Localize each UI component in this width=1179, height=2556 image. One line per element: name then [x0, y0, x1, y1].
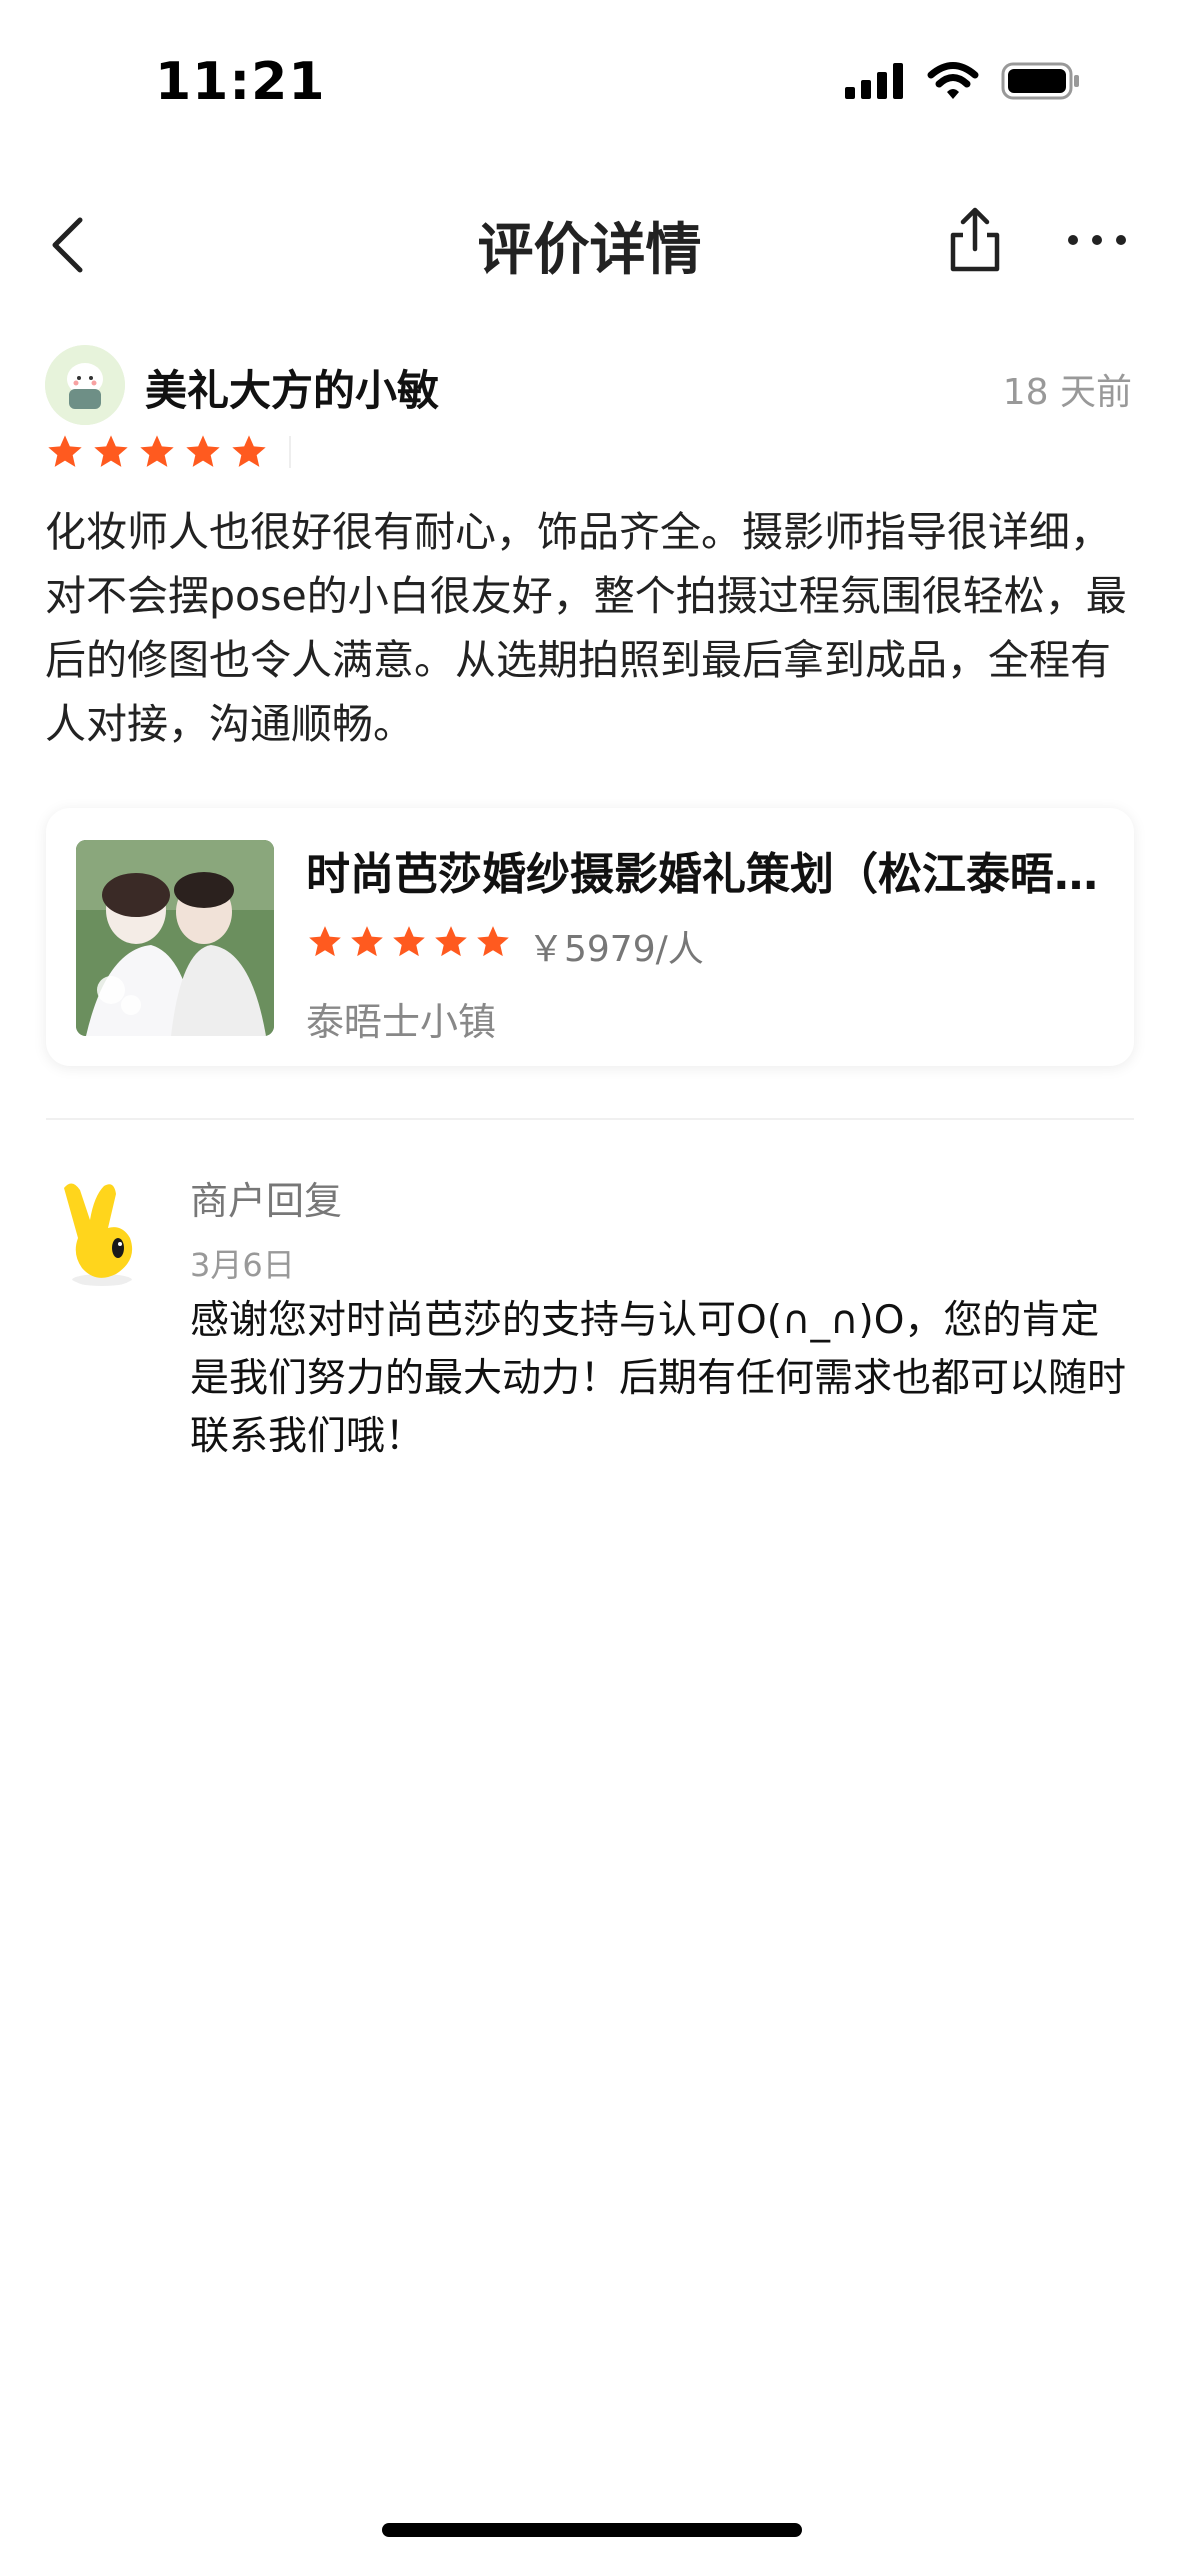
share-icon[interactable] [945, 205, 1005, 275]
battery-icon [1001, 62, 1079, 100]
star-icon [351, 926, 383, 957]
star-icon [140, 435, 174, 467]
star-icon [309, 926, 341, 957]
star-icon [435, 926, 467, 957]
product-location: 泰晤士小镇 [306, 1000, 497, 1044]
more-icon[interactable] [1065, 225, 1129, 255]
review-rating [45, 432, 291, 472]
wifi-icon [927, 62, 979, 99]
product-rating [306, 923, 512, 961]
star-icon [393, 926, 425, 957]
star-icon [477, 926, 509, 957]
reply-label: 商户回复 [190, 1179, 343, 1223]
star-icon [232, 435, 266, 467]
status-icons [845, 62, 1081, 100]
merchant-avatar[interactable] [42, 1168, 162, 1288]
star-icon [94, 435, 128, 467]
product-title[interactable]: 时尚芭莎婚纱摄影婚礼策划（松江泰晤士小镇店） [306, 838, 1106, 902]
reply-date: 3月6日 [190, 1246, 295, 1284]
star-icon [48, 435, 82, 467]
signal-icon [845, 63, 903, 99]
home-indicator[interactable] [382, 2523, 802, 2537]
reply-text: 感谢您对时尚芭莎的支持与认可O(∩_∩)O，您的肯定是我们努力的最大动力！后期有… [190, 1298, 1127, 1459]
review-time: 18 天前 [1002, 372, 1132, 413]
section-divider [46, 1118, 1134, 1120]
status-time: 11:21 [155, 52, 326, 112]
star-icon [186, 435, 220, 467]
username[interactable]: 美礼大方的小敏 [145, 357, 439, 418]
review-text: 化妆师人也很好很有耐心，饰品齐全。摄影师指导很详细，对不会摆pose的小白很友好… [45, 508, 1127, 748]
rating-divider [289, 436, 291, 468]
product-price: ￥5979/人 [528, 929, 704, 970]
product-thumbnail[interactable] [76, 840, 274, 1036]
user-avatar[interactable] [45, 345, 125, 425]
product-card[interactable]: 时尚芭莎婚纱摄影婚礼策划（松江泰晤士小镇店） ￥5979/人 泰晤士小镇 [46, 808, 1134, 1066]
